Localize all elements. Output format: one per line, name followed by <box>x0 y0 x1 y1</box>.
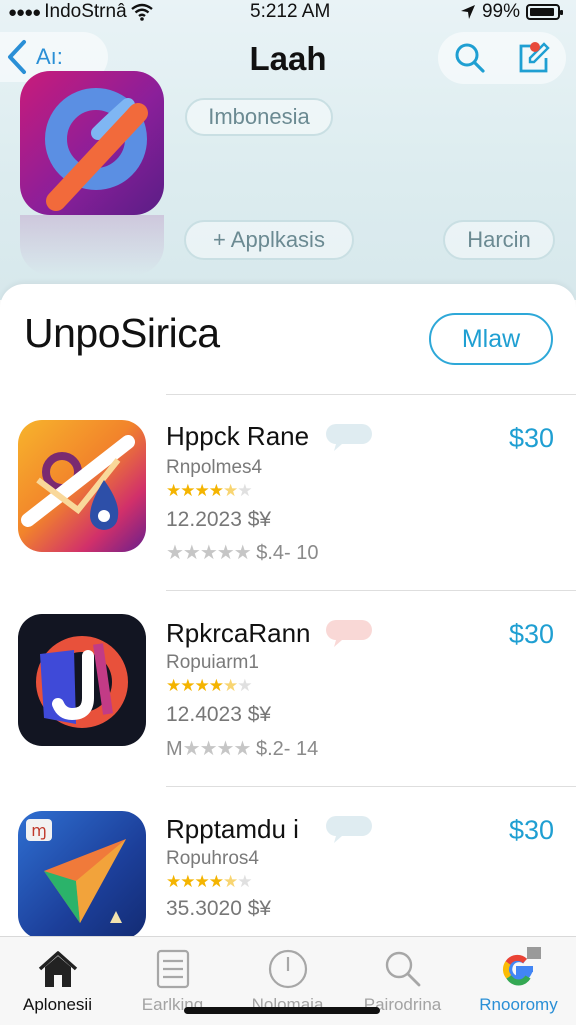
google-icon <box>502 947 541 986</box>
app-row[interactable]: RpkrcaRann $30 Ropuiarm1 ★★★★★★ 12.4023 … <box>0 591 576 786</box>
status-bar: ●●●● IndoStrnâ 5:212 AM 99% <box>0 0 576 26</box>
app-price[interactable]: $30 <box>509 619 554 650</box>
secondary-pill[interactable]: Harcin <box>443 220 555 260</box>
app-price[interactable]: $30 <box>509 423 554 454</box>
home-icon <box>38 951 78 987</box>
list-icon <box>156 949 190 989</box>
app-meta: ★★★★★ $.4- 10 <box>166 540 318 565</box>
app-name: Rpptamdu i <box>166 814 299 844</box>
star-rating-icon: ★★★★★★ <box>166 676 252 695</box>
clock-icon <box>268 949 308 989</box>
notification-dot <box>530 42 540 52</box>
gray-stars-icon: ★★★★ <box>182 738 252 760</box>
search-icon[interactable] <box>452 40 488 76</box>
star-rating-icon: ★★★★★★ <box>166 872 252 891</box>
app-icon: ɱ <box>18 811 146 939</box>
compose-button[interactable] <box>516 40 552 76</box>
app-subtitle: Rnpolmes4 <box>166 457 263 478</box>
tab-home[interactable]: Aplonesii <box>0 937 115 1025</box>
region-pill[interactable]: Imbonesia <box>185 98 333 136</box>
app-meta: M★★★★ $.2- 14 <box>166 736 318 761</box>
app-name: RpkrcaRann <box>166 618 311 648</box>
home-indicator <box>184 1007 380 1014</box>
apps-pill[interactable]: + Applkasis <box>184 220 354 260</box>
view-button[interactable]: Mlaw <box>429 313 553 365</box>
tab-label: Aplonesii <box>23 995 92 1014</box>
app-row[interactable]: Hppck Rane $30 Rnpolmes4 ★★★★★★ 12.2023 … <box>0 395 576 590</box>
app-meta-value: $.4- 10 <box>256 542 319 564</box>
app-meta-value: $.2- 14 <box>255 738 319 760</box>
location-icon <box>460 5 475 19</box>
battery-icon <box>526 4 563 20</box>
app-logo-icon <box>21 435 135 530</box>
app-logo-icon <box>36 636 128 728</box>
search-icon <box>385 951 421 987</box>
star-rating-icon: ★★★★★★ <box>166 481 252 500</box>
featured-logo-icon <box>45 88 148 211</box>
signal-icon: ●●●● <box>8 3 41 21</box>
tab-label: Rnooromy <box>479 995 558 1014</box>
clock: 5:212 AM <box>250 1 331 22</box>
app-subtitle: Ropuiarm1 <box>166 652 259 673</box>
chat-bubble-icon <box>326 424 372 451</box>
featured-app-icon[interactable] <box>20 71 164 215</box>
svg-text:ɱ: ɱ <box>31 821 47 840</box>
nav-actions <box>438 32 566 84</box>
app-price[interactable]: $30 <box>509 815 554 846</box>
app-date: 35.3020 $¥ <box>166 897 272 920</box>
carrier-name: IndoStrnâ <box>44 1 127 22</box>
tab-google[interactable]: Rnooromy <box>461 937 576 1025</box>
battery-percent: 99% <box>481 1 520 22</box>
app-date: 12.4023 $¥ <box>166 703 272 726</box>
app-meta-prefix: M <box>166 738 183 760</box>
chat-bubble-icon <box>326 620 372 647</box>
chat-bubble-icon <box>326 816 372 843</box>
featured-icon-reflection <box>20 215 164 275</box>
app-subtitle: Ropuhros4 <box>166 848 259 869</box>
app-logo-icon: ɱ <box>26 819 126 923</box>
app-name: Hppck Rane <box>166 421 310 451</box>
section-title: UnpoSirica <box>24 310 220 356</box>
app-date: 12.2023 $¥ <box>166 508 272 531</box>
wifi-icon <box>130 3 153 21</box>
app-icon <box>18 614 146 746</box>
gray-stars-icon: ★★★★★ <box>166 542 252 564</box>
app-icon <box>18 420 146 552</box>
